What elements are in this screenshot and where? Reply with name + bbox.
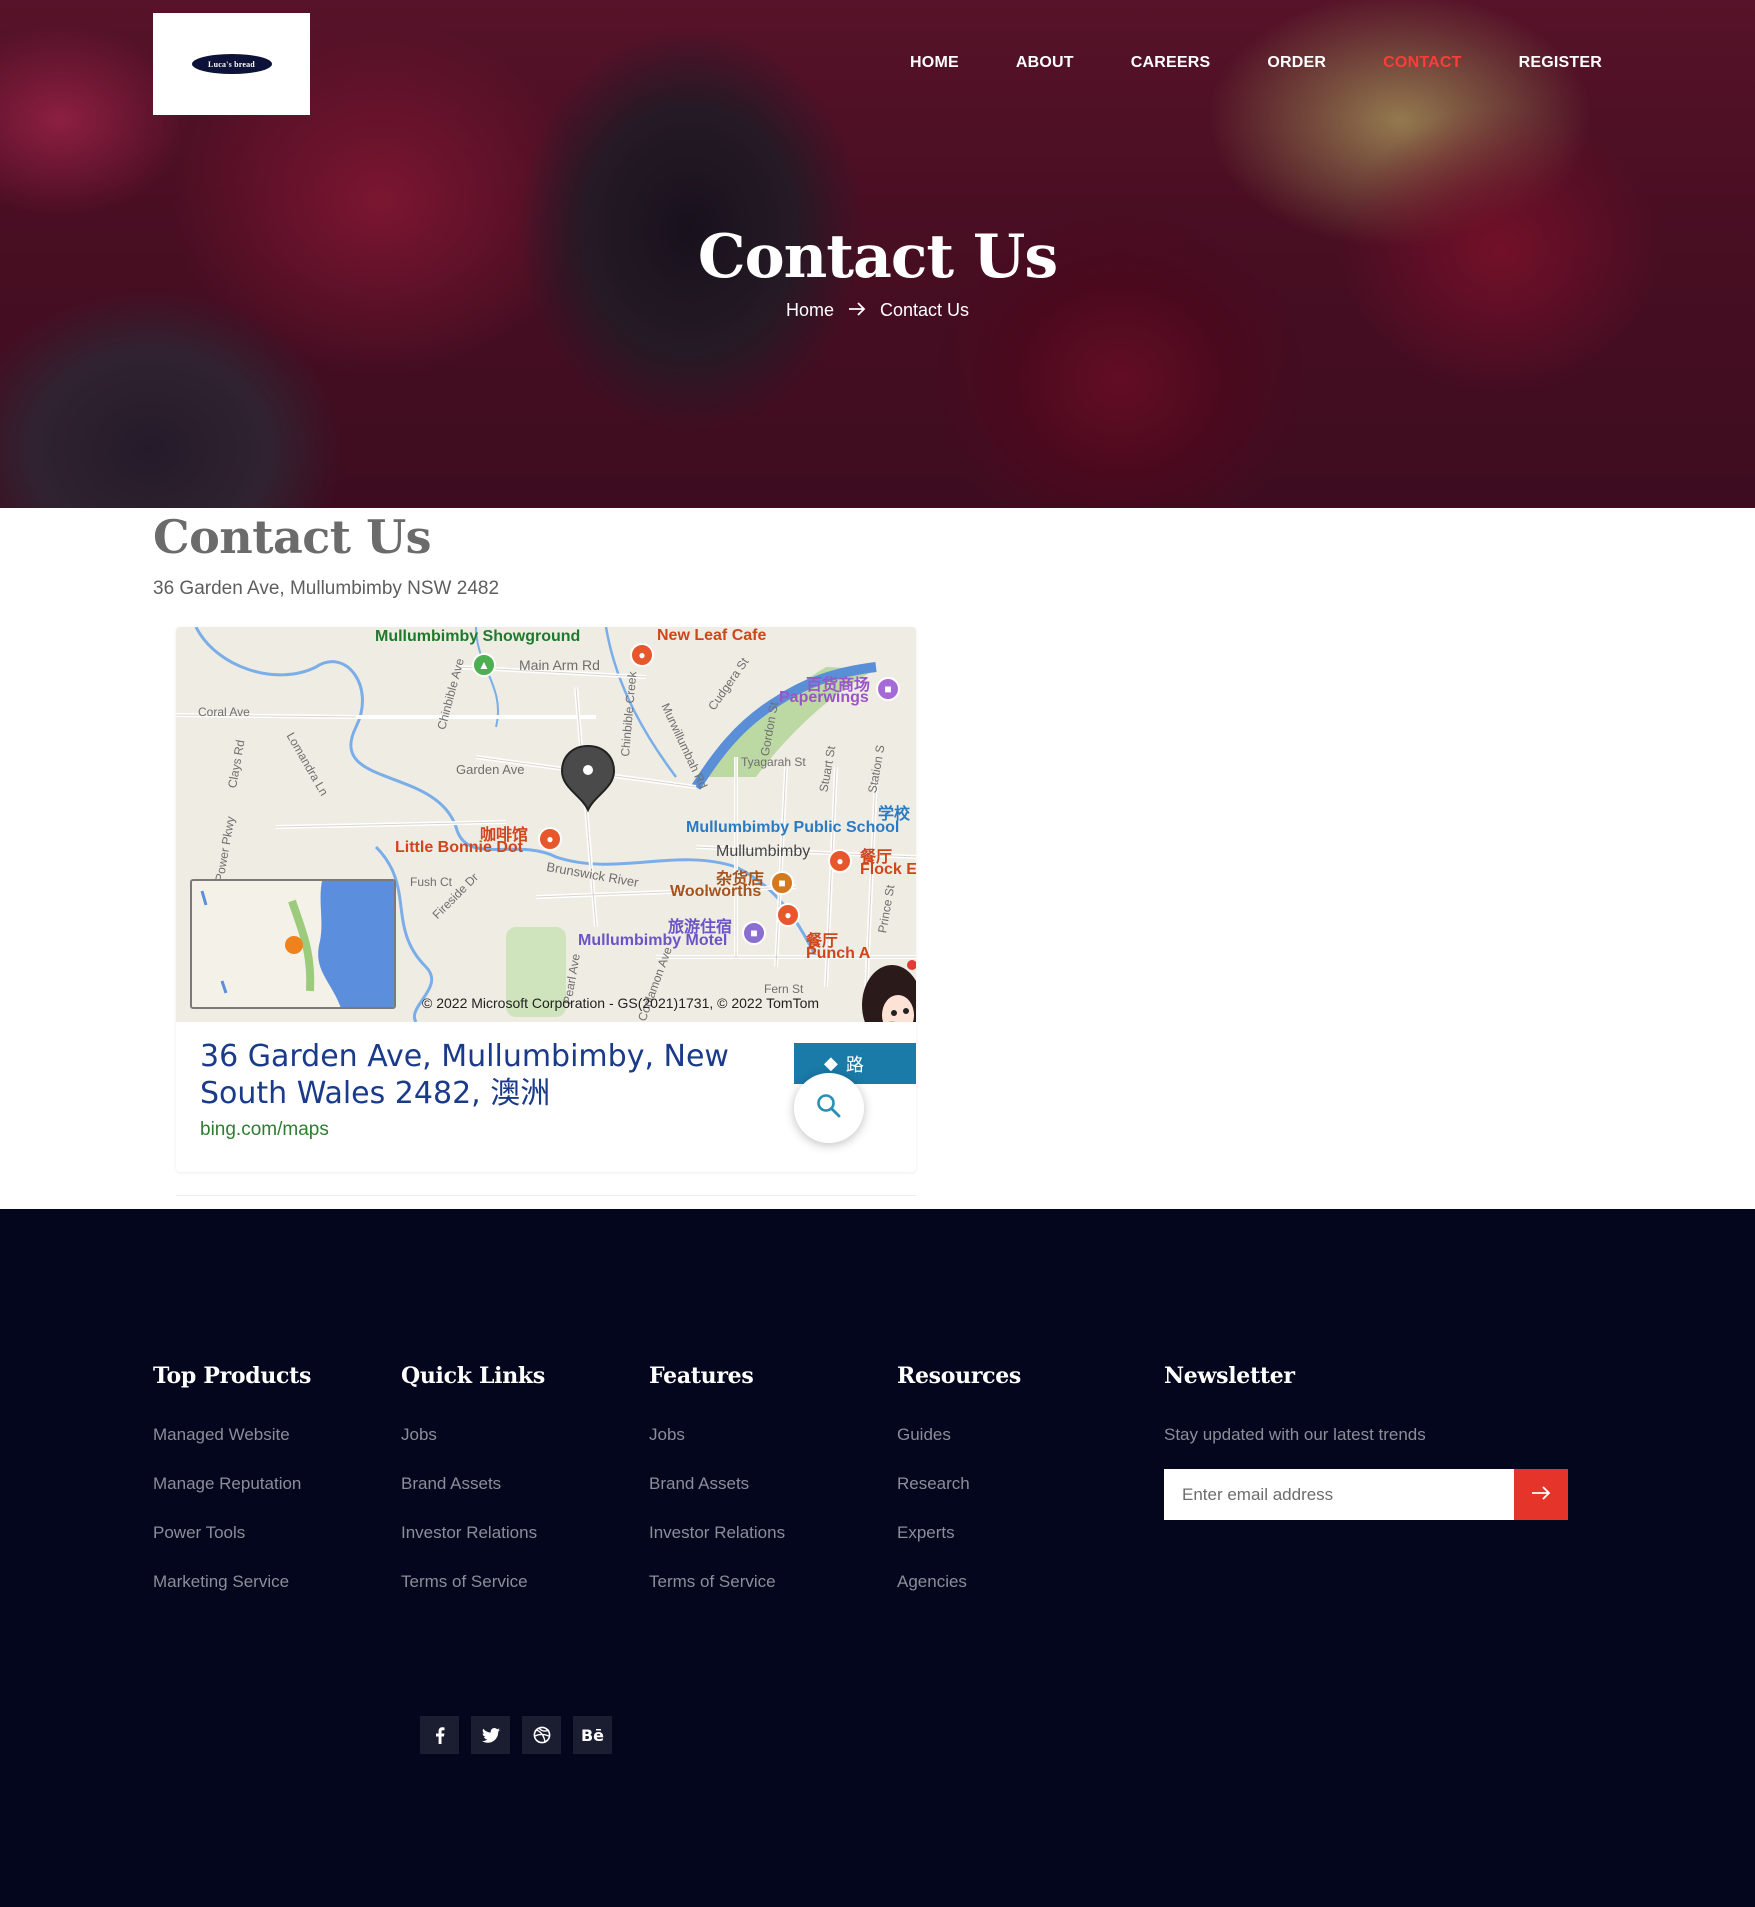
footer-link[interactable]: Agencies: [897, 1572, 967, 1591]
main-nav: HOME ABOUT CAREERS ORDER CONTACT REGISTE…: [853, 54, 1602, 72]
street-fern: Fern St: [764, 982, 804, 996]
breadcrumb-home-link[interactable]: Home: [786, 300, 834, 321]
map-label-bonnie: Little Bonnie Dot: [395, 839, 523, 856]
cafe-poi-icon[interactable]: ●: [630, 643, 654, 667]
footer-link[interactable]: Marketing Service: [153, 1572, 289, 1591]
footer-column-title: Top Products: [153, 1363, 312, 1389]
directions-label: 路: [845, 1054, 864, 1075]
footer-link[interactable]: Brand Assets: [401, 1474, 501, 1493]
footer-link[interactable]: Terms of Service: [401, 1572, 528, 1591]
restaurant-poi-icon[interactable]: ●: [828, 849, 852, 873]
search-icon: [816, 1093, 842, 1124]
map-card-divider: [176, 1195, 916, 1196]
footer-column-quick-links: Quick Links Jobs Brand Assets Investor R…: [401, 1363, 545, 1621]
map-search-button[interactable]: [794, 1073, 864, 1143]
footer-link[interactable]: Terms of Service: [649, 1572, 776, 1591]
directions-icon: ◆: [824, 1053, 838, 1073]
footer-column-title: Resources: [897, 1363, 1022, 1389]
nav-home[interactable]: HOME: [910, 54, 959, 72]
map-canvas[interactable]: ▲ ● ■ ● ● ■ ● ■ Mullumbimby Showground N…: [176, 627, 916, 1022]
footer-link[interactable]: Investor Relations: [649, 1523, 785, 1542]
minimap-graphics: [200, 881, 394, 1007]
restaurant-poi-icon[interactable]: ●: [776, 903, 800, 927]
street-garden: Garden Ave: [456, 762, 525, 777]
newsletter-form: [1164, 1469, 1568, 1520]
map-label-flock: Flock E: [860, 861, 916, 878]
hotel-poi-icon[interactable]: ■: [742, 921, 766, 945]
location-pin: [560, 744, 616, 813]
map-label-motel: Mullumbimby Motel: [578, 932, 728, 949]
footer-column-title: Features: [649, 1363, 754, 1389]
behance-icon[interactable]: Bē: [573, 1716, 612, 1754]
newsletter-description: Stay updated with our latest trends: [1164, 1425, 1426, 1444]
footer-link[interactable]: Manage Reputation: [153, 1474, 301, 1493]
map-label-showground: Mullumbimby Showground: [375, 628, 581, 645]
logo-link[interactable]: Luca's bread: [153, 13, 310, 115]
footer-link[interactable]: Managed Website: [153, 1425, 290, 1444]
map-label-woolworths: Woolworths: [670, 883, 762, 900]
park-poi-icon[interactable]: ▲: [472, 653, 496, 677]
logo: Luca's bread: [191, 54, 272, 74]
footer-column-features: Features Jobs Brand Assets Investor Rela…: [649, 1363, 785, 1621]
map-embed[interactable]: ▲ ● ■ ● ● ■ ● ■ Mullumbimby Showground N…: [176, 627, 916, 1172]
nav-careers[interactable]: CAREERS: [1131, 54, 1211, 72]
street-fush: Fush Ct: [410, 875, 453, 889]
map-result-title[interactable]: 36 Garden Ave, Mullumbimby, New South Wa…: [200, 1038, 760, 1112]
mascot-character-icon[interactable]: [852, 945, 916, 1022]
arrow-right-icon: [848, 299, 866, 322]
overview-minimap[interactable]: [190, 879, 396, 1009]
footer-link[interactable]: Jobs: [401, 1425, 437, 1444]
map-label-new-leaf: New Leaf Cafe: [657, 627, 767, 644]
contact-address: 36 Garden Ave, Mullumbimby NSW 2482: [153, 578, 500, 599]
nav-contact[interactable]: CONTACT: [1383, 54, 1461, 72]
footer-link[interactable]: Guides: [897, 1425, 951, 1444]
logo-text: Luca's bread: [208, 59, 255, 69]
footer-link[interactable]: Experts: [897, 1523, 955, 1542]
grocery-poi-icon[interactable]: ■: [770, 871, 794, 895]
footer-column-resources: Resources Guides Research Experts Agenci…: [897, 1363, 1021, 1621]
dribbble-icon[interactable]: [522, 1716, 561, 1754]
hero-title: Contact Us: [697, 222, 1058, 292]
newsletter-email-input[interactable]: [1164, 1469, 1514, 1520]
footer-link[interactable]: Power Tools: [153, 1523, 245, 1542]
nav-about[interactable]: ABOUT: [1016, 54, 1074, 72]
nav-register[interactable]: REGISTER: [1519, 54, 1602, 72]
behance-glyph: Bē: [580, 1725, 605, 1745]
map-copyright: © 2022 Microsoft Corporation - GS(2021)1…: [422, 995, 820, 1011]
street-main-arm: Main Arm Rd: [519, 657, 600, 673]
map-label-town: Mullumbimby: [716, 843, 811, 860]
twitter-icon[interactable]: [471, 1716, 510, 1754]
map-label-paperwings: Paperwings: [779, 689, 869, 706]
nav-order[interactable]: ORDER: [1267, 54, 1326, 72]
breadcrumb: Home Contact Us: [0, 299, 1755, 322]
cafe-poi-icon[interactable]: ●: [538, 827, 562, 851]
street-coral: Coral Ave: [198, 705, 250, 719]
footer-newsletter: Newsletter Stay updated with our latest …: [1164, 1363, 1568, 1520]
footer-link[interactable]: Investor Relations: [401, 1523, 537, 1542]
facebook-icon[interactable]: [420, 1716, 459, 1754]
newsletter-title: Newsletter: [1164, 1363, 1295, 1389]
social-links: Bē: [420, 1716, 612, 1754]
footer-link[interactable]: Jobs: [649, 1425, 685, 1444]
arrow-right-icon: [1531, 1486, 1551, 1503]
street-tyagarah: Tyagarah St: [741, 755, 806, 769]
contact-heading: Contact Us: [153, 510, 432, 564]
footer-column-top-products: Top Products Managed Website Manage Repu…: [153, 1363, 311, 1621]
map-result-source[interactable]: bing.com/maps: [200, 1119, 329, 1141]
map-label-school: Mullumbimby Public School: [686, 819, 900, 836]
newsletter-submit-button[interactable]: [1514, 1469, 1568, 1520]
hero-banner: Luca's bread HOME ABOUT CAREERS ORDER CO…: [0, 0, 1755, 508]
footer-link[interactable]: Research: [897, 1474, 970, 1493]
breadcrumb-current: Contact Us: [879, 300, 970, 320]
footer-column-title: Quick Links: [401, 1363, 545, 1389]
shopping-poi-icon[interactable]: ■: [876, 677, 900, 701]
footer-link[interactable]: Brand Assets: [649, 1474, 749, 1493]
